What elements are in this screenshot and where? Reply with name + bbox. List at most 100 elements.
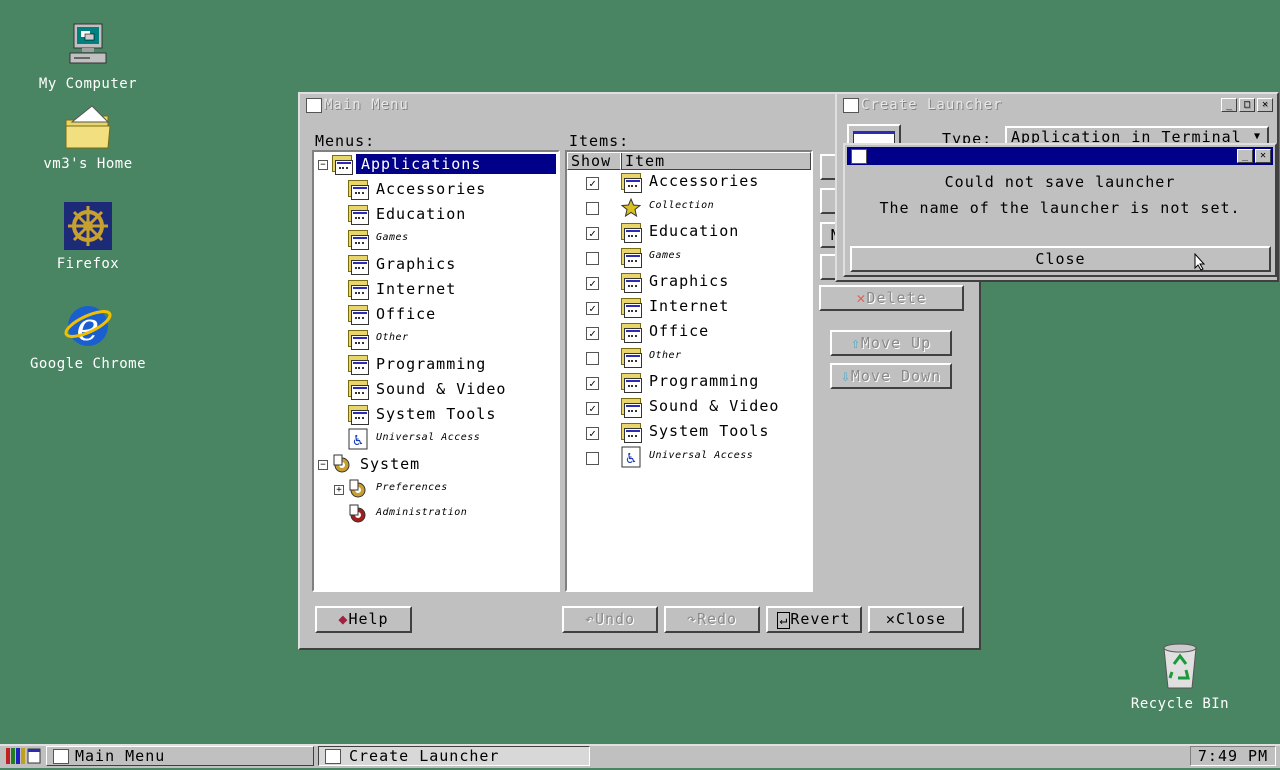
- items-list-row[interactable]: ✓ Internet: [567, 295, 811, 320]
- show-checkbox[interactable]: ✓: [586, 427, 599, 440]
- menu-tree-item[interactable]: Internet: [314, 277, 558, 302]
- menu-tree-item[interactable]: Administration: [314, 502, 558, 527]
- create-launcher-task-icon: [325, 749, 341, 764]
- expand-toggle-icon[interactable]: +: [334, 485, 344, 495]
- close-button[interactable]: ✕Close: [868, 606, 964, 633]
- star-icon: [619, 196, 643, 218]
- menu-tree-label: System Tools: [376, 405, 497, 423]
- show-checkbox[interactable]: [586, 202, 599, 215]
- desktop-icon-recycle-bin[interactable]: Recycle BIn: [1105, 642, 1255, 712]
- menu-tree-label: Applications: [356, 154, 556, 174]
- error-close-button[interactable]: Close: [850, 246, 1271, 272]
- desktop-icon-label: vm3's Home: [43, 156, 133, 172]
- taskbar-button-main-menu[interactable]: Main Menu: [46, 746, 314, 766]
- show-checkbox[interactable]: ✓: [586, 227, 599, 240]
- menu-tree-item[interactable]: − System: [314, 452, 558, 477]
- taskbar-clock: 7:49 PM: [1190, 746, 1276, 766]
- undo-icon: ↶: [584, 610, 595, 628]
- window-menu-icon[interactable]: [843, 98, 859, 113]
- menu-tree-item[interactable]: System Tools: [314, 402, 558, 427]
- items-list-row[interactable]: Games: [567, 245, 811, 270]
- firefox-icon: [62, 202, 114, 254]
- menu-tree-item[interactable]: − Applications: [314, 152, 558, 177]
- create-launcher-titlebar[interactable]: Create Launcher _ □ ✕: [839, 96, 1275, 114]
- item-label: Internet: [649, 297, 730, 315]
- items-list-row[interactable]: Other: [567, 345, 811, 370]
- items-list-row[interactable]: Collection: [567, 195, 811, 220]
- move-up-button[interactable]: ⇧Move Up: [830, 330, 952, 356]
- window-menu-icon[interactable]: [306, 98, 322, 113]
- move-down-button[interactable]: ⇩Move Down: [830, 363, 952, 389]
- items-list-row[interactable]: ✓ Office: [567, 320, 811, 345]
- menu-tree-item[interactable]: Other: [314, 327, 558, 352]
- item-label: System Tools: [649, 422, 770, 440]
- collapse-toggle-icon[interactable]: −: [318, 160, 328, 170]
- column-header-item[interactable]: Item: [620, 152, 811, 170]
- menu-folder-icon: [346, 353, 370, 375]
- error-dialog-titlebar[interactable]: _ ✕: [847, 147, 1273, 165]
- redo-button[interactable]: ↷Redo: [664, 606, 760, 633]
- desktop-icon-chrome[interactable]: e Google Chrome: [13, 302, 163, 372]
- menu-tree-item[interactable]: + Preferences: [314, 477, 558, 502]
- menu-tree-item[interactable]: Graphics: [314, 252, 558, 277]
- menu-folder-icon: [619, 171, 643, 193]
- window-close-button[interactable]: ✕: [1257, 98, 1273, 112]
- menu-folder-icon: [619, 396, 643, 418]
- menu-tree-item[interactable]: Education: [314, 202, 558, 227]
- desktop-icon-my-computer[interactable]: My Computer: [13, 22, 163, 92]
- item-label: Accessories: [649, 172, 760, 190]
- items-list-row[interactable]: ♿ Universal Access: [567, 445, 811, 470]
- show-checkbox[interactable]: [586, 252, 599, 265]
- start-menu-icon[interactable]: [4, 746, 42, 766]
- desktop-icon-label: Firefox: [56, 256, 120, 272]
- menu-folder-icon: [346, 303, 370, 325]
- items-list[interactable]: Show Item ✓ Accessories Collection ✓ Educati…: [565, 150, 813, 592]
- item-label: Education: [649, 222, 740, 240]
- revert-button[interactable]: ↵ Revert: [766, 606, 862, 633]
- column-header-show[interactable]: Show: [567, 152, 622, 170]
- desktop-icon-home[interactable]: vm3's Home: [13, 102, 163, 172]
- show-checkbox[interactable]: ✓: [586, 377, 599, 390]
- menu-folder-icon: [619, 346, 643, 368]
- items-list-row[interactable]: ✓ Education: [567, 220, 811, 245]
- menu-tree-label: Preferences: [376, 482, 448, 493]
- show-checkbox[interactable]: [586, 352, 599, 365]
- maximize-button[interactable]: □: [1239, 98, 1255, 112]
- show-checkbox[interactable]: ✓: [586, 277, 599, 290]
- arrow-down-icon: ⇩: [840, 367, 851, 385]
- menu-tree-item[interactable]: Programming: [314, 352, 558, 377]
- window-menu-icon[interactable]: [851, 149, 867, 164]
- items-list-row[interactable]: ✓ System Tools: [567, 420, 811, 445]
- show-checkbox[interactable]: ✓: [586, 177, 599, 190]
- help-button[interactable]: ◆Help: [315, 606, 412, 633]
- items-list-row[interactable]: ✓ Sound & Video: [567, 395, 811, 420]
- items-list-row[interactable]: ✓ Accessories: [567, 170, 811, 195]
- minimize-button[interactable]: _: [1221, 98, 1237, 112]
- taskbar-button-create-launcher[interactable]: Create Launcher: [318, 746, 590, 766]
- show-checkbox[interactable]: ✓: [586, 327, 599, 340]
- minimize-button[interactable]: _: [1237, 149, 1253, 163]
- items-list-row[interactable]: ✓ Graphics: [567, 270, 811, 295]
- window-close-button[interactable]: ✕: [1255, 149, 1271, 163]
- help-book-icon: ◆: [338, 610, 349, 628]
- close-icon: ✕: [885, 610, 896, 628]
- menu-folder-icon: [619, 246, 643, 268]
- menu-folder-icon: [346, 228, 370, 250]
- menus-tree[interactable]: − Applications Accessories Education Games Gr…: [312, 150, 560, 592]
- delete-button[interactable]: ✕Delete: [819, 285, 964, 311]
- desktop-icon-firefox[interactable]: Firefox: [13, 202, 163, 272]
- show-checkbox[interactable]: [586, 452, 599, 465]
- menu-tree-item[interactable]: Games: [314, 227, 558, 252]
- item-label: Sound & Video: [649, 397, 780, 415]
- show-checkbox[interactable]: ✓: [586, 302, 599, 315]
- menu-tree-item[interactable]: Sound & Video: [314, 377, 558, 402]
- menu-tree-item[interactable]: Accessories: [314, 177, 558, 202]
- menu-tree-item[interactable]: Office: [314, 302, 558, 327]
- undo-button[interactable]: ↶Undo: [562, 606, 658, 633]
- collapse-toggle-icon[interactable]: −: [318, 460, 328, 470]
- items-list-row[interactable]: ✓ Programming: [567, 370, 811, 395]
- svg-text:♿: ♿: [625, 451, 638, 467]
- show-checkbox[interactable]: ✓: [586, 402, 599, 415]
- menu-folder-icon: [330, 153, 354, 175]
- menu-tree-item[interactable]: ♿ Universal Access: [314, 427, 558, 452]
